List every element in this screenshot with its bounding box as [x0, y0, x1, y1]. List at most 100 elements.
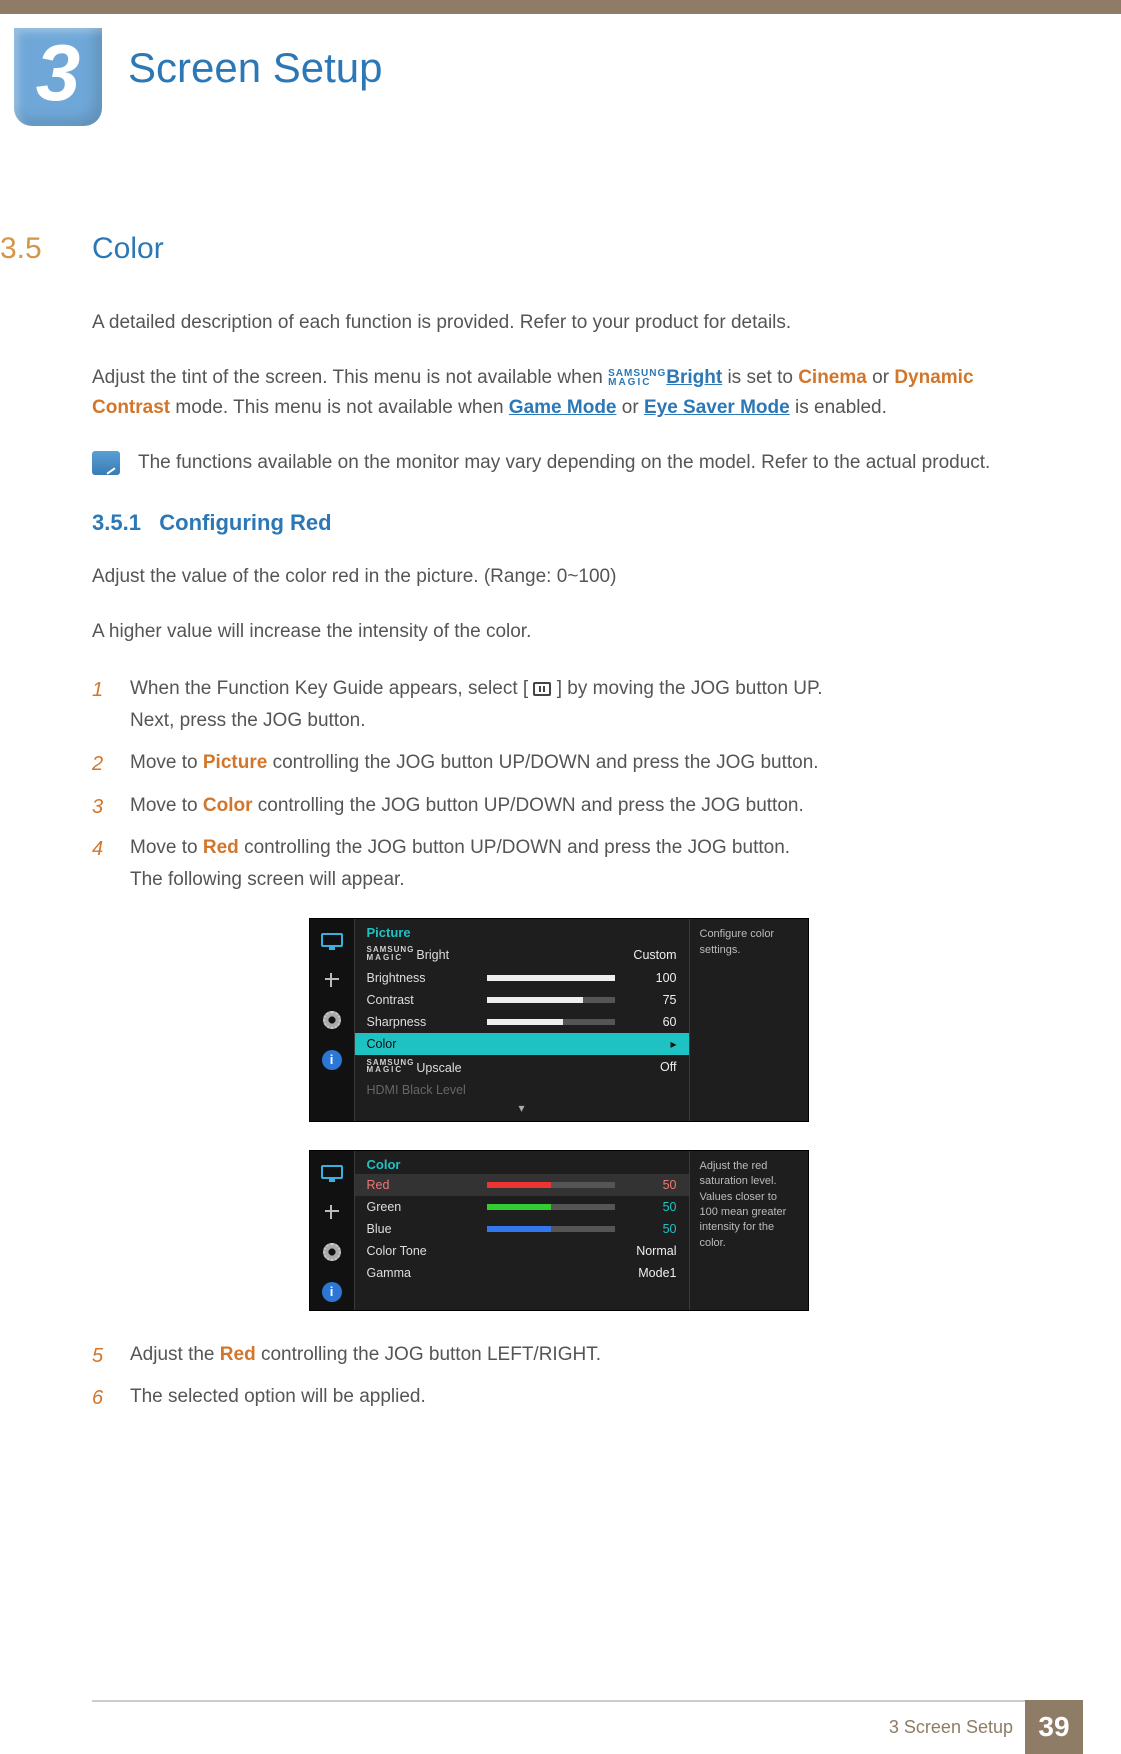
text: or: [872, 367, 894, 388]
slider: [487, 1226, 615, 1232]
step-6: 6 The selected option will be applied.: [92, 1381, 1025, 1413]
step-1: 1 When the Function Key Guide appears, s…: [92, 673, 1025, 738]
section-title: Color: [92, 232, 1025, 266]
label: Red: [367, 1178, 477, 1192]
section-number: 3.5: [0, 232, 42, 266]
footer-divider: [92, 1700, 1025, 1702]
page-footer: 3 Screen Setup 39: [0, 1700, 1121, 1754]
label: Color: [367, 1037, 477, 1051]
slider: [487, 1182, 615, 1188]
osd-row-color[interactable]: Color ▸: [355, 1033, 689, 1055]
label: Blue: [367, 1222, 477, 1236]
text: mode. This menu is not available when: [175, 397, 508, 418]
text: The selected option will be applied.: [130, 1386, 426, 1407]
picture-label: Picture: [203, 752, 267, 773]
value: Normal: [625, 1244, 677, 1258]
info-tab-icon[interactable]: i: [319, 1279, 345, 1305]
step-number: 1: [92, 673, 103, 707]
slider: [487, 997, 615, 1003]
chapter-title: Screen Setup: [128, 44, 383, 92]
position-tab-icon[interactable]: [319, 1199, 345, 1225]
subsection-number: 3.5.1: [92, 510, 141, 535]
value: 100: [625, 971, 677, 985]
settings-tab-icon[interactable]: [319, 1007, 345, 1033]
steps-list-continued: 5 Adjust the Red controlling the JOG but…: [92, 1339, 1025, 1414]
text: Move to: [130, 795, 203, 816]
text: Move to: [130, 837, 203, 858]
label: Color Tone: [367, 1244, 477, 1258]
osd-row-magicbright[interactable]: SAMSUNGMAGICBright Custom: [355, 942, 689, 966]
label: Contrast: [367, 993, 477, 1007]
text: Adjust the: [130, 1344, 220, 1365]
chapter-number-badge: 3: [14, 28, 102, 126]
page-top-bar: [0, 0, 1121, 14]
scroll-down-icon[interactable]: ▾: [355, 1101, 689, 1121]
osd-menu-list: Picture SAMSUNGMAGICBright Custom Bright…: [354, 919, 690, 1120]
step-number: 4: [92, 832, 103, 866]
magic-text: MAGIC: [367, 953, 404, 962]
picture-tab-icon[interactable]: [319, 1159, 345, 1185]
text: controlling the JOG button UP/DOWN and p…: [244, 837, 790, 858]
label: Upscale: [416, 1061, 461, 1075]
text: Next, press the JOG button.: [130, 710, 366, 731]
label: Bright: [416, 949, 449, 963]
text: controlling the JOG button LEFT/RIGHT.: [261, 1344, 601, 1365]
value: Off: [625, 1060, 677, 1074]
value: 75: [625, 993, 677, 1007]
slider: [487, 1204, 615, 1210]
step-3: 3 Move to Color controlling the JOG butt…: [92, 790, 1025, 822]
osd-row-contrast[interactable]: Contrast 75: [355, 989, 689, 1011]
color-label: Color: [203, 795, 253, 816]
game-mode-link[interactable]: Game Mode: [509, 397, 617, 418]
note-text: The functions available on the monitor m…: [138, 448, 990, 477]
text: The following screen will appear.: [130, 869, 405, 890]
picture-tab-icon[interactable]: [319, 927, 345, 953]
samsung-magic-logo: SAMSUNG MAGIC: [608, 369, 666, 387]
osd-row-magicupscale[interactable]: SAMSUNGMAGICUpscale Off: [355, 1055, 689, 1079]
cinema-mode-label: Cinema: [798, 367, 867, 388]
step-number: 2: [92, 747, 103, 781]
value: 50: [625, 1222, 677, 1236]
red-label: Red: [203, 837, 239, 858]
value: Custom: [625, 948, 677, 962]
step-number: 5: [92, 1339, 103, 1373]
value: 50: [625, 1178, 677, 1192]
label: Gamma: [367, 1266, 477, 1280]
step-5: 5 Adjust the Red controlling the JOG but…: [92, 1339, 1025, 1371]
text: When the Function Key Guide appears, sel…: [130, 678, 528, 699]
label: Brightness: [367, 971, 477, 985]
text: Move to: [130, 752, 203, 773]
desc-paragraph-1: Adjust the value of the color red in the…: [92, 562, 1025, 591]
osd-nav-bar: i: [310, 919, 354, 1120]
menu-icon: [533, 682, 551, 696]
bright-link[interactable]: Bright: [666, 367, 722, 388]
text: or: [622, 397, 644, 418]
position-tab-icon[interactable]: [319, 967, 345, 993]
osd-row-red[interactable]: Red 50: [355, 1174, 689, 1196]
osd-picture-menu: i Picture SAMSUNGMAGICBright Custom Brig…: [309, 918, 809, 1121]
magic-text: MAGIC: [608, 377, 651, 388]
eye-saver-mode-link[interactable]: Eye Saver Mode: [644, 397, 790, 418]
text: ] by moving the JOG button UP.: [557, 678, 823, 699]
osd-row-green[interactable]: Green 50: [355, 1196, 689, 1218]
step-2: 2 Move to Picture controlling the JOG bu…: [92, 747, 1025, 779]
osd-row-gamma[interactable]: Gamma Mode1: [355, 1262, 689, 1284]
settings-tab-icon[interactable]: [319, 1239, 345, 1265]
note-icon: [92, 451, 120, 475]
text: Adjust the tint of the screen. This menu…: [92, 367, 608, 388]
footer-chapter-title: 3 Screen Setup: [889, 1717, 1013, 1738]
osd-row-hdmi-black-level: HDMI Black Level: [355, 1079, 689, 1101]
page-number-badge: 39: [1025, 1700, 1083, 1754]
intro-paragraph-2: Adjust the tint of the screen. This menu…: [92, 363, 1025, 422]
subsection-title: Configuring Red: [159, 510, 331, 535]
info-tab-icon[interactable]: i: [319, 1047, 345, 1073]
desc-paragraph-2: A higher value will increase the intensi…: [92, 617, 1025, 646]
osd-row-sharpness[interactable]: Sharpness 60: [355, 1011, 689, 1033]
value: Mode1: [625, 1266, 677, 1280]
osd-row-brightness[interactable]: Brightness 100: [355, 967, 689, 989]
osd-row-blue[interactable]: Blue 50: [355, 1218, 689, 1240]
slider: [487, 975, 615, 981]
label: Green: [367, 1200, 477, 1214]
osd-row-color-tone[interactable]: Color Tone Normal: [355, 1240, 689, 1262]
text: controlling the JOG button UP/DOWN and p…: [258, 795, 804, 816]
